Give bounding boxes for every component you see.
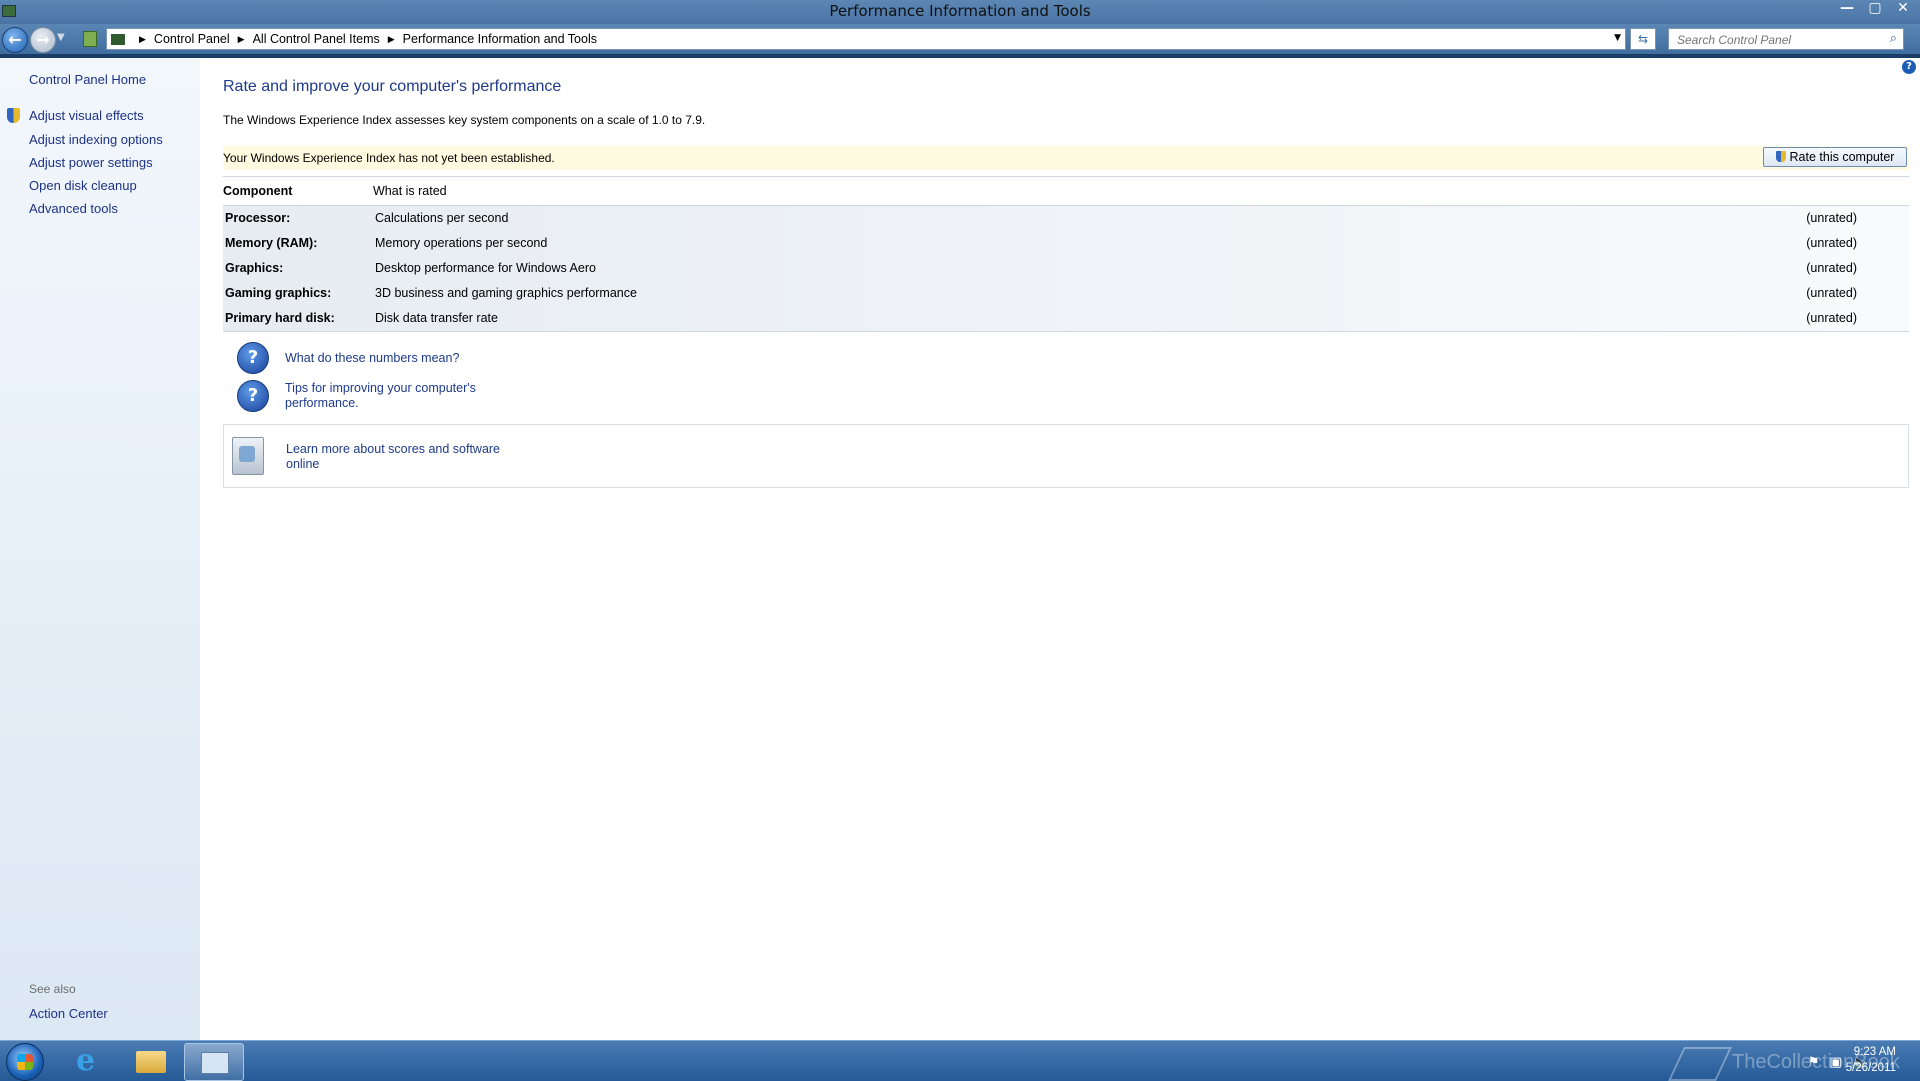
see-also-label: See also xyxy=(29,982,76,996)
component-score: (unrated) xyxy=(1806,211,1857,225)
sidebar-item-action-center[interactable]: Action Center xyxy=(29,1006,108,1021)
table-row: Memory (RAM): Memory operations per seco… xyxy=(223,231,1909,256)
intro-text: The Windows Experience Index assesses ke… xyxy=(223,113,706,127)
component-score: (unrated) xyxy=(1806,236,1857,250)
breadcrumb-control-panel[interactable]: Control Panel xyxy=(154,32,230,46)
taskbar: e TheCollectionBook ⚑ ▣ 🔈 9:23 AM 5/26/2… xyxy=(0,1040,1920,1081)
book-icon xyxy=(1668,1047,1732,1081)
component-description: 3D business and gaming graphics performa… xyxy=(375,286,637,300)
breadcrumb-separator-icon[interactable]: ▶ xyxy=(139,34,146,45)
taskbar-internet-explorer[interactable]: e xyxy=(62,1043,116,1079)
learn-more-panel: Learn more about scores and software onl… xyxy=(223,424,1909,488)
clock-date: 5/26/2011 xyxy=(1845,1062,1896,1074)
component-name: Memory (RAM): xyxy=(225,236,318,250)
breadcrumb: ▶ Control Panel ▶ All Control Panel Item… xyxy=(131,32,597,46)
learn-more-online-link[interactable]: Learn more about scores and software onl… xyxy=(286,442,500,472)
forward-button[interactable]: → xyxy=(30,27,56,53)
forward-arrow-icon: → xyxy=(36,30,50,49)
minimize-button[interactable]: — xyxy=(1836,0,1858,16)
title-bar: Performance Information and Tools — ▢ ✕ xyxy=(0,0,1920,24)
component-score: (unrated) xyxy=(1806,311,1857,325)
component-description: Desktop performance for Windows Aero xyxy=(375,261,596,275)
sidebar-home-link[interactable]: Control Panel Home xyxy=(29,72,146,87)
component-description: Calculations per second xyxy=(375,211,509,225)
back-button[interactable]: ← xyxy=(2,27,28,53)
breadcrumb-current-page[interactable]: Performance Information and Tools xyxy=(403,32,597,46)
refresh-button[interactable]: ⇆ xyxy=(1630,28,1656,50)
software-box-icon xyxy=(232,437,264,475)
component-name: Processor: xyxy=(225,211,291,225)
component-description: Memory operations per second xyxy=(375,236,548,250)
link-text: What do these numbers mean? xyxy=(285,351,460,365)
refresh-icon: ⇆ xyxy=(1637,32,1649,46)
search-icon[interactable]: ⌕ xyxy=(1890,31,1897,46)
component-score: (unrated) xyxy=(1806,286,1857,300)
component-description: Disk data transfer rate xyxy=(375,311,498,325)
rate-computer-button[interactable]: Rate this computer xyxy=(1763,147,1907,167)
folder-icon xyxy=(136,1051,166,1073)
taskbar-windows-explorer[interactable] xyxy=(124,1043,178,1079)
network-icon[interactable]: ▣ xyxy=(1830,1055,1842,1070)
tips-improving-performance-link[interactable]: Tips for improving your computer's perfo… xyxy=(285,381,476,411)
rating-table: Processor: Calculations per second (unra… xyxy=(223,206,1909,332)
help-question-icon: ? xyxy=(237,380,269,412)
help-icon[interactable]: ? xyxy=(1902,60,1916,74)
close-button[interactable]: ✕ xyxy=(1892,0,1914,16)
action-center-flag-icon[interactable]: ⚑ xyxy=(1808,1055,1820,1070)
taskbar-control-panel[interactable] xyxy=(184,1043,244,1081)
table-header: Component What is rated xyxy=(223,176,1909,206)
sidebar-item-visual-effects[interactable]: Adjust visual effects xyxy=(29,108,144,123)
start-button[interactable] xyxy=(6,1043,44,1081)
what-numbers-mean-link[interactable]: What do these numbers mean? xyxy=(285,351,459,366)
component-score: (unrated) xyxy=(1806,261,1857,275)
window-title: Performance Information and Tools xyxy=(829,2,1091,20)
sidebar: Control Panel Home Adjust visual effects… xyxy=(0,58,200,1040)
computer-icon xyxy=(111,33,125,45)
link-text: Learn more about scores and software xyxy=(286,442,501,456)
column-header-component: Component xyxy=(223,184,293,198)
rate-button-label: Rate this computer xyxy=(1789,150,1895,164)
search-box[interactable]: ⌕ xyxy=(1668,28,1904,50)
link-text: Tips for improving your computer's xyxy=(285,381,476,395)
breadcrumb-all-items[interactable]: All Control Panel Items xyxy=(253,32,380,46)
main-content: ? Rate and improve your computer's perfo… xyxy=(200,58,1920,1040)
sidebar-item-indexing[interactable]: Adjust indexing options xyxy=(29,132,163,147)
table-row: Primary hard disk: Disk data transfer ra… xyxy=(223,306,1909,331)
address-box[interactable]: ▶ Control Panel ▶ All Control Panel Item… xyxy=(106,28,1626,50)
control-panel-icon xyxy=(83,31,97,47)
page-title: Rate and improve your computer's perform… xyxy=(223,78,562,95)
back-arrow-icon: ← xyxy=(8,30,22,49)
table-row: Graphics: Desktop performance for Window… xyxy=(223,256,1909,281)
address-dropdown-icon[interactable]: ▼ xyxy=(1614,33,1621,43)
control-panel-icon xyxy=(201,1052,229,1074)
breadcrumb-separator-icon[interactable]: ▶ xyxy=(238,34,245,45)
column-header-what-is-rated: What is rated xyxy=(373,184,447,198)
link-text: online xyxy=(286,457,320,471)
sidebar-item-power[interactable]: Adjust power settings xyxy=(29,155,153,170)
sidebar-item-advanced-tools[interactable]: Advanced tools xyxy=(29,201,118,216)
help-question-icon: ? xyxy=(237,342,269,374)
clock[interactable]: 9:23 AM 5/26/2011 xyxy=(1846,1044,1896,1076)
address-toolbar: ← → ▼ ▶ Control Panel ▶ All Control Pane… xyxy=(0,24,1920,54)
table-row: Processor: Calculations per second (unra… xyxy=(223,206,1909,231)
breadcrumb-separator-icon[interactable]: ▶ xyxy=(388,34,395,45)
window-controls: — ▢ ✕ xyxy=(1836,0,1914,16)
sidebar-item-disk-cleanup[interactable]: Open disk cleanup xyxy=(29,178,137,193)
internet-explorer-icon: e xyxy=(76,1043,96,1078)
uac-shield-icon xyxy=(7,108,20,123)
maximize-button[interactable]: ▢ xyxy=(1864,0,1886,16)
component-name: Gaming graphics: xyxy=(225,286,332,300)
component-name: Primary hard disk: xyxy=(225,311,335,325)
search-input[interactable] xyxy=(1675,30,1879,50)
clock-time: 9:23 AM xyxy=(1853,1046,1896,1058)
component-name: Graphics: xyxy=(225,261,284,275)
uac-shield-icon xyxy=(1775,151,1786,162)
recent-pages-dropdown-icon[interactable]: ▼ xyxy=(57,32,65,43)
table-row: Gaming graphics: 3D business and gaming … xyxy=(223,281,1909,306)
status-banner: Your Windows Experience Index has not ye… xyxy=(223,146,1909,170)
status-message: Your Windows Experience Index has not ye… xyxy=(223,151,555,165)
link-text: performance. xyxy=(285,396,359,410)
